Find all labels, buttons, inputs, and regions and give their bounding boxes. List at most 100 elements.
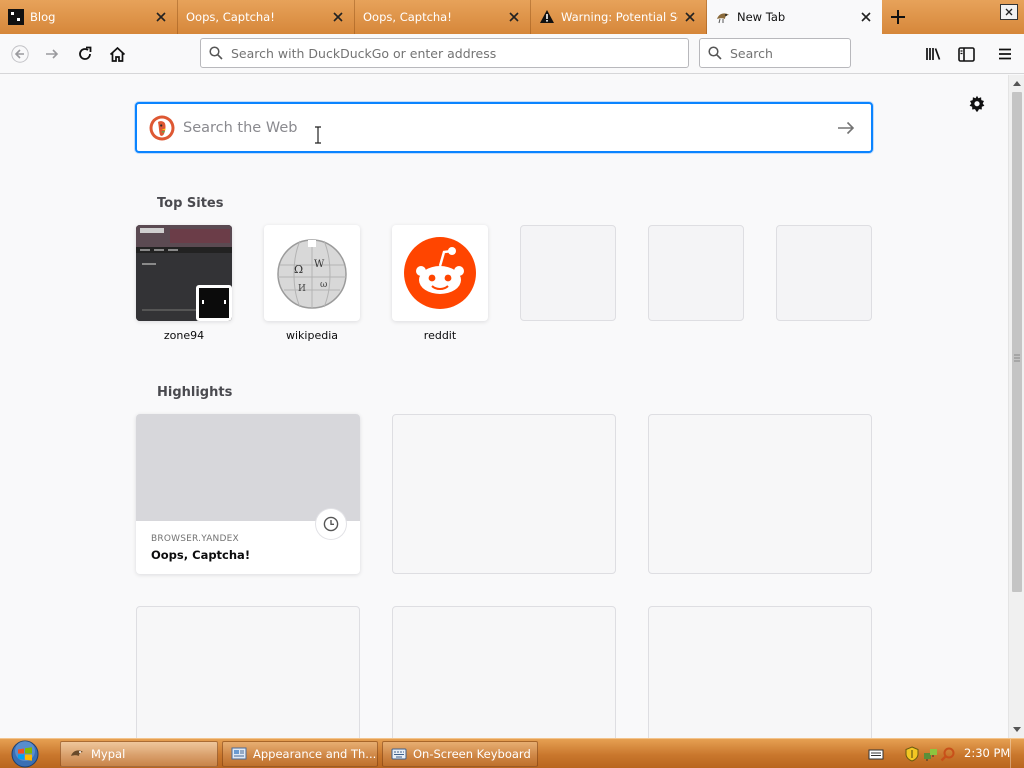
reload-button[interactable] <box>71 40 99 68</box>
library-button[interactable] <box>920 40 948 68</box>
home-icon <box>109 46 125 62</box>
search-tray-icon[interactable] <box>940 746 956 762</box>
highlight-placeholder <box>136 606 360 738</box>
taskbar-button-label: Appearance and Th... <box>253 747 377 761</box>
scroll-down-arrow-icon[interactable] <box>1009 722 1024 738</box>
taskbar-button-keyboard[interactable]: On-Screen Keyboard <box>382 741 538 767</box>
search-input[interactable] <box>730 45 850 61</box>
forward-button[interactable] <box>38 40 66 68</box>
highlight-host: BROWSER.YANDEX <box>151 534 239 544</box>
show-desktop-button[interactable] <box>1010 739 1024 768</box>
tab-label: Blog <box>30 10 56 24</box>
scrollbar-thumb[interactable] <box>1012 92 1022 592</box>
highlight-placeholder <box>392 414 616 574</box>
back-button[interactable] <box>6 40 34 68</box>
close-tab-icon[interactable] <box>326 5 350 29</box>
taskbar-button-mypal[interactable]: Mypal <box>60 741 218 767</box>
new-tab-page: Top Sites zone94 <box>0 75 1008 738</box>
top-site-wikipedia[interactable]: Ω W И ω wikipedia <box>264 225 360 342</box>
empty-tile <box>520 225 616 321</box>
duckduckgo-logo-icon <box>149 115 175 140</box>
tab-label: Warning: Potential Se <box>561 10 678 24</box>
highlights-title: Highlights <box>157 385 233 400</box>
web-search-box[interactable] <box>135 102 873 153</box>
top-site-empty[interactable] <box>648 225 744 321</box>
close-tab-icon[interactable] <box>502 5 526 29</box>
svg-text:W: W <box>314 259 325 270</box>
url-bar[interactable] <box>200 38 689 68</box>
top-site-label: reddit <box>423 329 457 342</box>
svg-text:Ω: Ω <box>294 263 303 276</box>
security-shield-icon[interactable] <box>904 746 920 762</box>
close-tab-icon[interactable] <box>149 5 173 29</box>
highlight-placeholder <box>392 606 616 738</box>
tab-strip: Blog Oops, Captcha! Oops, Captcha! Warni… <box>0 0 1024 34</box>
top-site-label: wikipedia <box>285 329 338 342</box>
search-icon <box>201 46 231 60</box>
blog-favicon <box>8 9 24 25</box>
tab-oops-captcha-1[interactable]: Oops, Captcha! <box>178 0 355 34</box>
highlight-title: Oops, Captcha! <box>151 548 251 562</box>
taskbar-clock[interactable]: 2:30 PM <box>964 746 1010 760</box>
vertical-scrollbar[interactable] <box>1008 75 1024 738</box>
start-button[interactable] <box>8 740 42 768</box>
sidebar-icon <box>957 46 975 62</box>
tab-warning[interactable]: Warning: Potential Se <box>531 0 707 34</box>
keyboard-layout-icon[interactable] <box>868 746 884 762</box>
top-sites-title: Top Sites <box>157 196 224 211</box>
taskbar: Mypal Appearance and Th... On-Screen Key… <box>0 738 1024 768</box>
reddit-logo-icon <box>392 225 488 321</box>
taskbar-button-label: On-Screen Keyboard <box>413 747 531 761</box>
svg-text:И: И <box>298 284 306 294</box>
mypal-favicon <box>715 9 731 25</box>
empty-tile <box>648 225 744 321</box>
windows-logo-icon <box>11 740 39 768</box>
taskbar-button-appearance[interactable]: Appearance and Th... <box>222 741 378 767</box>
top-site-reddit[interactable]: reddit <box>392 225 488 342</box>
top-site-label: zone94 <box>163 329 205 342</box>
svg-text:ω: ω <box>320 280 327 290</box>
keyboard-icon <box>391 746 407 762</box>
url-input[interactable] <box>231 45 688 61</box>
mypal-icon <box>69 746 85 762</box>
search-submit-arrow-icon[interactable] <box>831 113 861 143</box>
highlight-thumbnail <box>136 414 360 521</box>
forward-arrow-icon <box>46 49 59 59</box>
web-search-input[interactable] <box>183 119 831 136</box>
hamburger-menu-icon <box>999 48 1011 60</box>
close-tab-icon[interactable] <box>678 5 702 29</box>
window-close-button[interactable] <box>1000 4 1018 20</box>
highlight-card[interactable]: BROWSER.YANDEX Oops, Captcha! <box>136 414 360 574</box>
back-arrow-icon <box>11 45 29 63</box>
settings-gear-icon[interactable] <box>966 93 988 115</box>
tab-oops-captcha-2[interactable]: Oops, Captcha! <box>355 0 531 34</box>
tab-new-tab[interactable]: New Tab <box>707 0 882 34</box>
zone94-thumbnail <box>136 225 232 321</box>
highlight-placeholder <box>648 414 872 574</box>
close-tab-icon[interactable] <box>854 5 878 29</box>
warning-icon <box>539 9 555 25</box>
library-icon <box>926 48 941 60</box>
tab-label: Oops, Captcha! <box>186 10 275 24</box>
scroll-up-arrow-icon[interactable] <box>1009 75 1024 91</box>
highlight-placeholder <box>648 606 872 738</box>
text-cursor-icon <box>315 126 321 144</box>
sidebar-button[interactable] <box>952 40 980 68</box>
empty-tile <box>776 225 872 321</box>
navigation-toolbar <box>0 34 1024 74</box>
home-button[interactable] <box>103 40 131 68</box>
search-bar[interactable] <box>699 38 851 68</box>
network-icon[interactable] <box>922 746 938 762</box>
top-site-empty[interactable] <box>520 225 616 321</box>
tab-label: New Tab <box>737 10 786 24</box>
top-site-empty[interactable] <box>776 225 872 321</box>
tab-blog[interactable]: Blog <box>0 0 178 34</box>
tab-label: Oops, Captcha! <box>363 10 452 24</box>
top-site-zone94[interactable]: zone94 <box>136 225 232 342</box>
control-panel-icon <box>231 746 247 762</box>
clock-icon <box>316 509 346 539</box>
taskbar-button-label: Mypal <box>91 747 126 761</box>
menu-button[interactable] <box>991 40 1019 68</box>
new-tab-button[interactable] <box>886 5 910 29</box>
wikipedia-globe-icon: Ω W И ω <box>264 225 360 321</box>
